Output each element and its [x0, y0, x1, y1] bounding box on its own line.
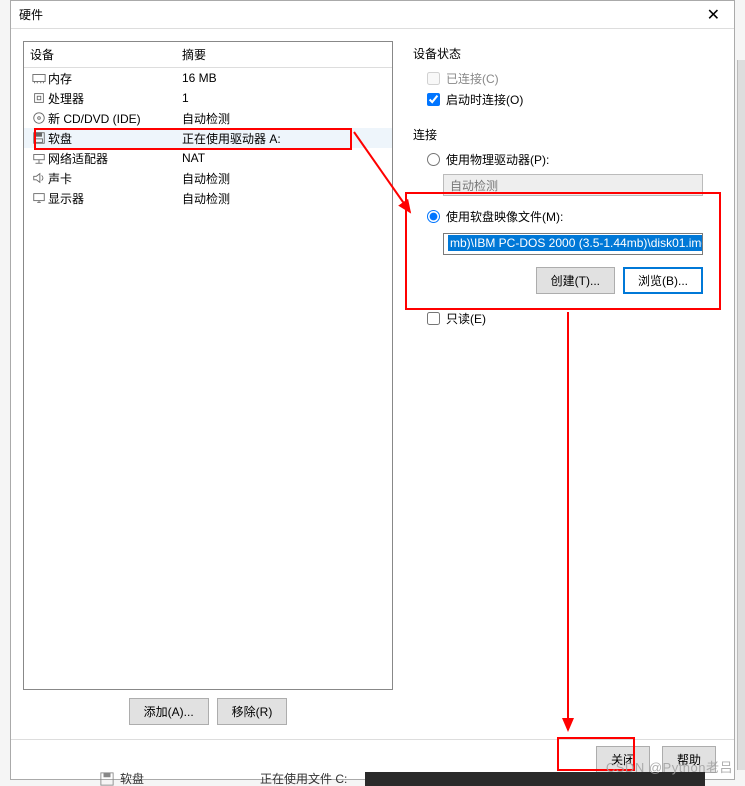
image-file-text: mb)\IBM PC-DOS 2000 (3.5-1.44mb)\disk01.…: [448, 235, 703, 251]
background-strip: [737, 60, 745, 770]
sound-icon: [30, 171, 48, 185]
device-row-cd[interactable]: 新 CD/DVD (IDE)自动检测: [24, 108, 392, 128]
image-file-row[interactable]: 使用软盘映像文件(M):: [427, 206, 714, 227]
connect-on-start-row[interactable]: 启动时连接(O): [427, 89, 714, 110]
connected-label: 已连接(C): [446, 70, 499, 87]
left-buttons: 添加(A)... 移除(R): [23, 698, 393, 729]
physical-drive-label: 使用物理驱动器(P):: [446, 151, 549, 168]
display-icon: [30, 191, 48, 205]
left-panel: 设备 摘要 内存16 MB处理器1新 CD/DVD (IDE)自动检测软盘正在使…: [23, 41, 393, 729]
connect-on-start-checkbox[interactable]: [427, 93, 440, 106]
device-row-cpu[interactable]: 处理器1: [24, 88, 392, 108]
device-status-group: 设备状态 已连接(C) 启动时连接(O): [413, 45, 714, 110]
device-summary: 自动检测: [182, 170, 386, 187]
device-name: 新 CD/DVD (IDE): [48, 110, 182, 127]
device-row-net[interactable]: 网络适配器NAT: [24, 148, 392, 168]
device-list[interactable]: 设备 摘要 内存16 MB处理器1新 CD/DVD (IDE)自动检测软盘正在使…: [23, 41, 393, 690]
connected-row: 已连接(C): [427, 68, 714, 89]
device-summary: NAT: [182, 151, 386, 165]
device-row-floppy[interactable]: 软盘正在使用驱动器 A:: [24, 128, 392, 148]
floppy-icon: [30, 131, 48, 145]
status-title: 设备状态: [413, 45, 714, 62]
device-row-display[interactable]: 显示器自动检测: [24, 188, 392, 208]
net-icon: [30, 151, 48, 165]
readonly-row[interactable]: 只读(E): [427, 308, 714, 329]
browse-button[interactable]: 浏览(B)...: [623, 267, 703, 294]
close-icon[interactable]: ✕: [701, 5, 726, 25]
file-buttons: 创建(T)... 浏览(B)...: [443, 267, 703, 294]
col-summary: 摘要: [182, 46, 206, 63]
image-file-input[interactable]: mb)\IBM PC-DOS 2000 (3.5-1.44mb)\disk01.…: [443, 233, 703, 255]
device-summary: 正在使用驱动器 A:: [182, 130, 386, 147]
readonly-checkbox[interactable]: [427, 312, 440, 325]
readonly-label: 只读(E): [446, 310, 486, 327]
right-panel: 设备状态 已连接(C) 启动时连接(O) 连接 使用物理驱动器(P): 自动检测: [405, 41, 722, 729]
physical-drive-dropdown: 自动检测: [443, 174, 703, 196]
image-file-box: mb)\IBM PC-DOS 2000 (3.5-1.44mb)\disk01.…: [443, 233, 714, 294]
physical-drive-row[interactable]: 使用物理驱动器(P):: [427, 149, 714, 170]
connect-on-start-label: 启动时连接(O): [446, 91, 523, 108]
device-summary: 16 MB: [182, 71, 386, 85]
device-name: 网络适配器: [48, 150, 182, 167]
remove-button[interactable]: 移除(R): [217, 698, 288, 725]
add-button[interactable]: 添加(A)...: [129, 698, 209, 725]
connection-title: 连接: [413, 126, 714, 143]
device-summary: 自动检测: [182, 190, 386, 207]
device-name: 处理器: [48, 90, 182, 107]
create-button[interactable]: 创建(T)...: [536, 267, 615, 294]
cd-icon: [30, 111, 48, 125]
device-row-sound[interactable]: 声卡自动检测: [24, 168, 392, 188]
physical-drive-dropdown-wrap: 自动检测: [443, 174, 714, 196]
memory-icon: [30, 71, 48, 85]
device-name: 软盘: [48, 130, 182, 147]
content-area: 设备 摘要 内存16 MB处理器1新 CD/DVD (IDE)自动检测软盘正在使…: [11, 29, 734, 737]
col-device: 设备: [30, 46, 182, 63]
window-title: 硬件: [19, 6, 43, 23]
image-file-label: 使用软盘映像文件(M):: [446, 208, 563, 225]
device-list-header: 设备 摘要: [24, 42, 392, 68]
physical-drive-radio[interactable]: [427, 153, 440, 166]
connection-group: 连接 使用物理驱动器(P): 自动检测 使用软盘映像文件(M): mb)\IBM…: [413, 126, 714, 329]
connected-checkbox: [427, 72, 440, 85]
image-file-radio[interactable]: [427, 210, 440, 223]
device-row-memory[interactable]: 内存16 MB: [24, 68, 392, 88]
device-summary: 1: [182, 91, 386, 105]
device-name: 显示器: [48, 190, 182, 207]
titlebar: 硬件 ✕: [11, 1, 734, 29]
device-name: 内存: [48, 70, 182, 87]
device-summary: 自动检测: [182, 110, 386, 127]
background-dark: [365, 772, 705, 786]
device-name: 声卡: [48, 170, 182, 187]
cpu-icon: [30, 91, 48, 105]
hardware-dialog: 硬件 ✕ 设备 摘要 内存16 MB处理器1新 CD/DVD (IDE)自动检测…: [10, 0, 735, 780]
